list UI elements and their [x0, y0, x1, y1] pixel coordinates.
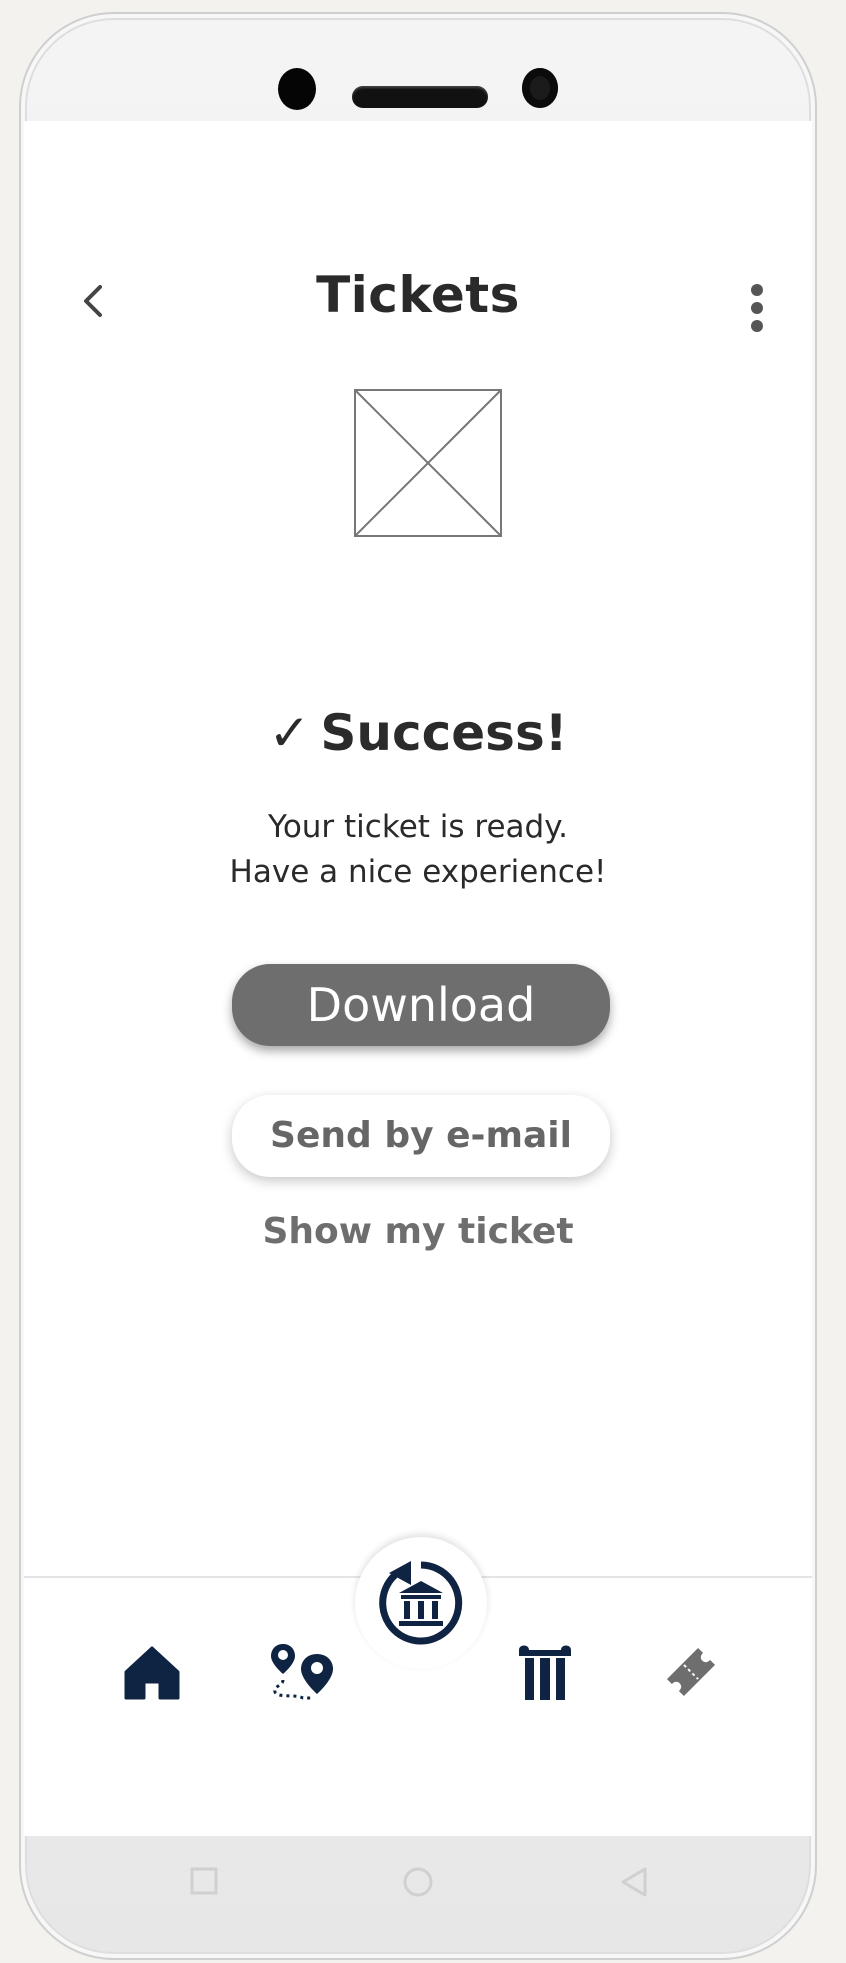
more-vertical-icon: [751, 284, 763, 296]
more-options-button[interactable]: [745, 284, 769, 332]
system-nav-bar: [24, 1836, 812, 1931]
columns-icon: [519, 1645, 571, 1700]
more-dot: [751, 302, 763, 314]
museum-history-icon: [379, 1561, 463, 1645]
success-title: Success!: [320, 704, 568, 762]
museum-history-button[interactable]: [355, 1537, 487, 1669]
recent-apps-icon[interactable]: [189, 1866, 219, 1896]
success-message: Your ticket is ready. Have a nice experi…: [24, 805, 812, 895]
route-map-icon: [271, 1644, 333, 1700]
show-ticket-link[interactable]: Show my ticket: [24, 1211, 812, 1252]
earpiece-speaker: [352, 86, 488, 108]
success-heading: ✓ Success!: [24, 704, 812, 762]
ticket-icon: [666, 1647, 716, 1697]
message-line-2: Have a nice experience!: [229, 854, 607, 890]
home-button-icon[interactable]: [402, 1866, 434, 1898]
tab-home[interactable]: [122, 1642, 182, 1702]
send-email-button[interactable]: Send by e-mail: [232, 1095, 610, 1177]
checkmark-icon: ✓: [268, 704, 311, 762]
download-button[interactable]: Download: [232, 964, 610, 1046]
more-dot: [751, 320, 763, 332]
back-nav-icon[interactable]: [619, 1866, 649, 1898]
page-title: Tickets: [316, 266, 520, 324]
front-sensor: [278, 68, 316, 110]
tab-routes[interactable]: [269, 1642, 339, 1702]
image-placeholder: [354, 389, 502, 537]
home-icon: [124, 1646, 180, 1700]
message-line-1: Your ticket is ready.: [268, 809, 568, 845]
tab-tickets[interactable]: [661, 1642, 721, 1702]
front-camera: [522, 68, 558, 108]
phone-frame: Tickets ✓ Success! Your ticket is ready. …: [19, 12, 817, 1960]
tab-museums[interactable]: [515, 1642, 575, 1702]
